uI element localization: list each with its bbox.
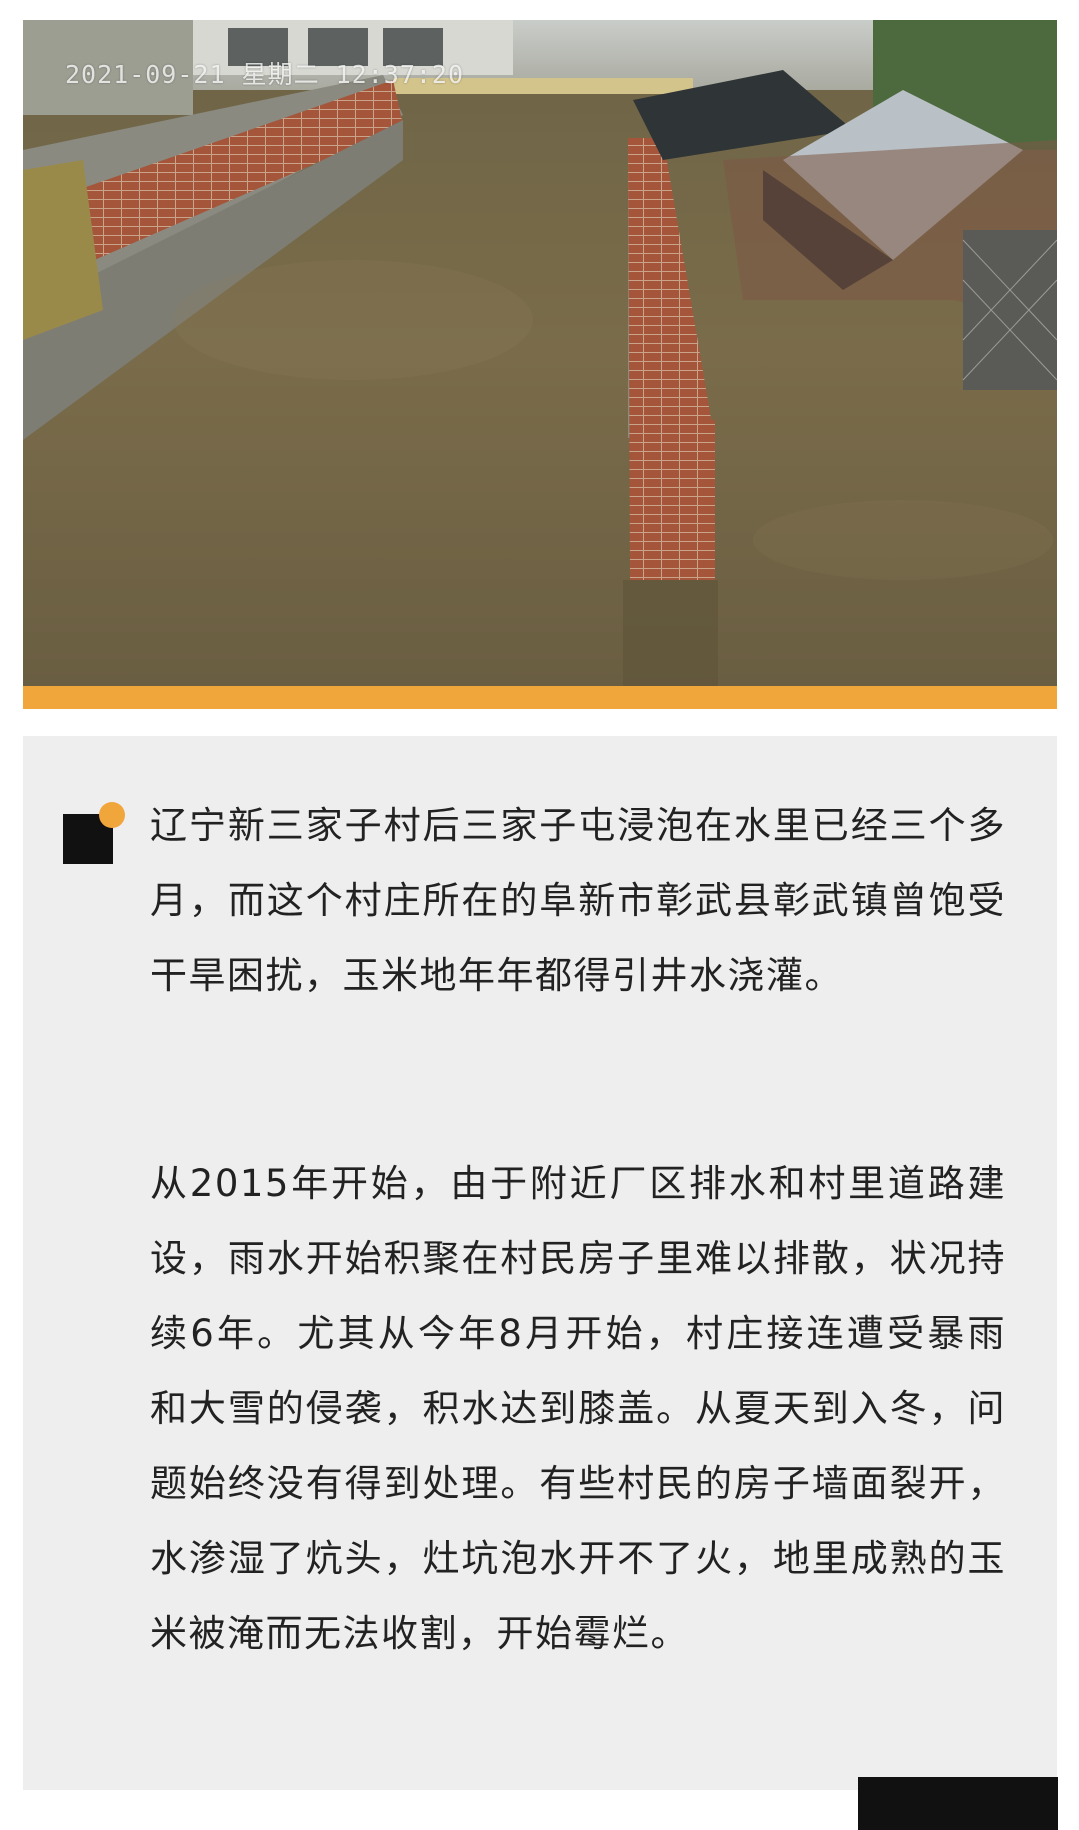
flooded-village-photo: 2021-09-21 星期二 12:37:20 bbox=[23, 20, 1057, 687]
quote-icon bbox=[63, 802, 125, 864]
article-paragraph: 辽宁新三家子村后三家子屯浸泡在水里已经三个多月，而这个村庄所在的阜新市彰武县彰武… bbox=[150, 804, 1006, 997]
article-text-card: 辽宁新三家子村后三家子屯浸泡在水里已经三个多月，而这个村庄所在的阜新市彰武县彰武… bbox=[23, 736, 1057, 1790]
article-paragraph: 从2015年开始，由于附近厂区排水和村里道路建设，雨水开始积聚在村民房子里难以排… bbox=[150, 1162, 1006, 1655]
camera-timestamp: 2021-09-21 星期二 12:37:20 bbox=[65, 60, 465, 89]
footer-block bbox=[858, 1777, 1058, 1830]
accent-divider bbox=[23, 686, 1057, 709]
flood-scene-image bbox=[23, 20, 1057, 687]
